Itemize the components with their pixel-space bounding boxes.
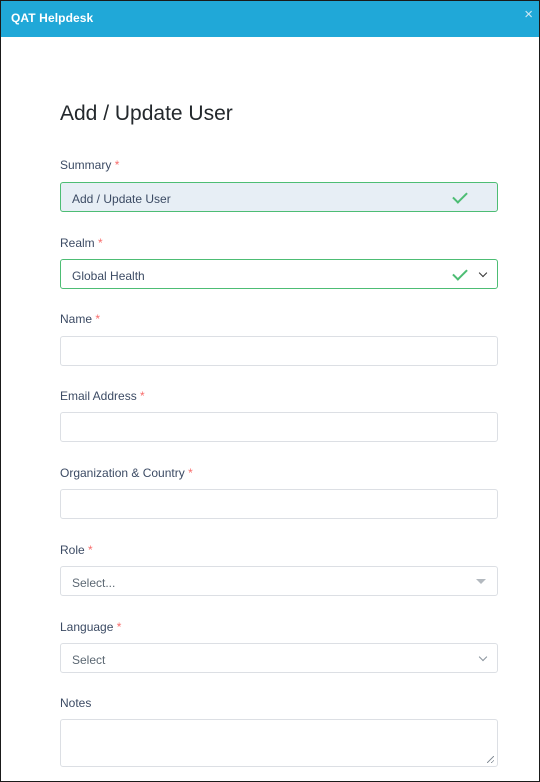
required-marker: *	[116, 620, 122, 634]
organization-label: Organization & Country *	[60, 466, 193, 480]
chevron-down-icon[interactable]	[478, 652, 488, 662]
language-placeholder: Select	[72, 653, 106, 667]
notes-label: Notes	[60, 696, 91, 710]
realm-label: Realm *	[60, 236, 103, 250]
role-label-text: Role	[60, 543, 85, 557]
close-icon[interactable]: ×	[524, 7, 533, 22]
required-marker: *	[140, 389, 145, 403]
organization-label-text: Organization & Country	[60, 466, 185, 480]
email-input[interactable]	[60, 412, 498, 442]
summary-label: Summary *	[60, 158, 119, 172]
realm-select[interactable]: Global Health	[60, 259, 498, 289]
required-marker: *	[95, 312, 101, 326]
organization-input[interactable]	[60, 489, 498, 519]
role-select[interactable]: Select...	[60, 566, 498, 596]
dialog-title: QAT Helpdesk	[11, 11, 94, 25]
dialog-titlebar: QAT Helpdesk ×	[1, 1, 539, 37]
role-placeholder: Select...	[72, 576, 116, 590]
language-label: Language *	[60, 620, 121, 634]
notes-label-text: Notes	[60, 696, 92, 710]
email-label-text: Email Address	[60, 389, 137, 403]
required-marker: *	[88, 543, 93, 557]
name-input[interactable]	[60, 336, 498, 366]
check-icon	[452, 188, 468, 204]
name-label: Name *	[60, 312, 100, 326]
required-marker: *	[114, 158, 120, 172]
realm-label-text: Realm	[60, 236, 95, 250]
language-select[interactable]: Select	[60, 643, 498, 673]
summary-label-text: Summary	[60, 158, 112, 172]
caret-down-icon[interactable]	[476, 579, 486, 584]
email-label: Email Address *	[60, 389, 145, 403]
form-heading: Add / Update User	[60, 102, 233, 125]
name-label-text: Name	[60, 312, 93, 326]
check-icon	[452, 265, 468, 281]
role-label: Role *	[60, 543, 93, 557]
required-marker: *	[98, 236, 103, 250]
helpdesk-dialog: QAT Helpdesk × Add / Update User Summary…	[0, 0, 540, 782]
notes-textarea[interactable]	[60, 719, 498, 767]
summary-value: Add / Update User	[72, 192, 171, 206]
chevron-down-icon[interactable]	[478, 268, 488, 278]
language-label-text: Language	[60, 620, 114, 634]
realm-value: Global Health	[72, 269, 145, 283]
resize-handle-icon[interactable]	[487, 756, 494, 763]
required-marker: *	[188, 466, 193, 480]
summary-field[interactable]: Add / Update User	[60, 182, 498, 212]
